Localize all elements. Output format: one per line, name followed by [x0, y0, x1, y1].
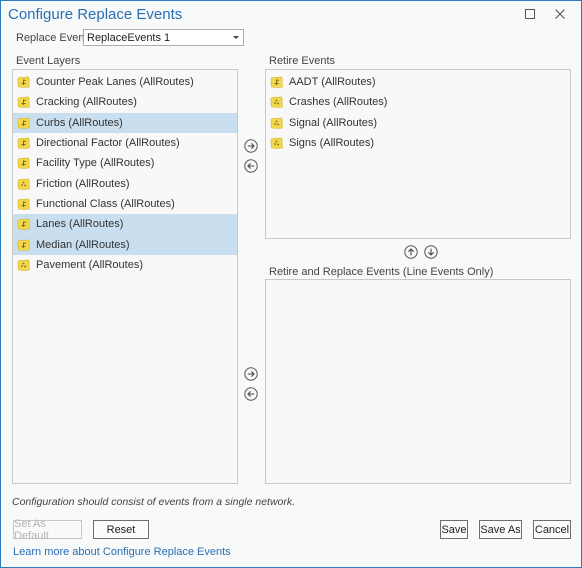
line-event-layer-icon — [17, 198, 30, 210]
replace-events-label: Replace Events — [16, 32, 94, 44]
line-event-layer-icon — [17, 157, 30, 170]
line-event-layer-icon — [17, 76, 30, 88]
replace-events-dropdown[interactable]: ReplaceEvents 1 — [83, 29, 244, 46]
list-item[interactable]: Curbs (AllRoutes) — [13, 112, 237, 133]
move-down-button[interactable] — [424, 245, 438, 259]
list-item[interactable]: AADT (AllRoutes) — [266, 72, 570, 92]
event-layers-label: Event Layers — [16, 55, 81, 67]
list-item[interactable]: Counter Peak Lanes (AllRoutes) — [13, 72, 237, 92]
list-item-label: Signs (AllRoutes) — [289, 137, 374, 150]
remove-from-retire-replace-button[interactable] — [244, 387, 258, 401]
list-item-label: Lanes (AllRoutes) — [36, 218, 124, 231]
point-event-layer-icon — [270, 117, 283, 129]
list-item-label: Counter Peak Lanes (AllRoutes) — [36, 76, 194, 89]
list-item[interactable]: Lanes (AllRoutes) — [13, 214, 237, 235]
list-item-label: Directional Factor (AllRoutes) — [36, 137, 180, 150]
arrow-left-circle-icon — [244, 387, 258, 401]
list-item[interactable]: Signal (AllRoutes) — [266, 113, 570, 133]
list-item-label: Median (AllRoutes) — [36, 238, 130, 251]
list-item[interactable]: Functional Class (AllRoutes) — [13, 194, 237, 214]
line-event-layer-icon — [17, 117, 30, 129]
close-button[interactable] — [549, 5, 571, 23]
list-item-label: Pavement (AllRoutes) — [36, 258, 143, 271]
maximize-button[interactable] — [519, 5, 541, 23]
chevron-down-icon — [233, 36, 239, 39]
point-event-layer-icon — [270, 96, 283, 109]
line-event-layer-icon — [17, 218, 30, 230]
line-event-layer-icon — [17, 137, 30, 149]
dialog-title: Configure Replace Events — [8, 6, 183, 23]
retire-replace-events-list[interactable] — [265, 279, 571, 484]
list-item-label: Signal (AllRoutes) — [289, 116, 378, 129]
configuration-note: Configuration should consist of events f… — [12, 496, 296, 508]
point-event-layer-icon — [270, 137, 283, 149]
learn-more-link[interactable]: Learn more about Configure Replace Event… — [13, 546, 231, 558]
point-event-layer-icon — [17, 178, 30, 190]
arrow-left-circle-icon — [244, 159, 258, 173]
line-event-layer-icon — [17, 96, 30, 109]
retire-events-list[interactable]: AADT (AllRoutes) Crashes (AllRoutes) Signa… — [265, 69, 571, 239]
event-layers-list[interactable]: Counter Peak Lanes (AllRoutes) Cracking (… — [12, 69, 238, 484]
set-as-default-button[interactable]: Set As Default — [13, 518, 82, 542]
list-item-label: Functional Class (AllRoutes) — [36, 197, 175, 210]
list-item[interactable]: Signs (AllRoutes) — [266, 133, 570, 153]
arrow-right-circle-icon — [244, 367, 258, 381]
list-item[interactable]: Facility Type (AllRoutes) — [13, 153, 237, 173]
point-event-layer-icon — [17, 259, 30, 271]
list-item-label: Facility Type (AllRoutes) — [36, 157, 155, 170]
arrow-right-circle-icon — [244, 139, 258, 153]
configure-replace-events-dialog: Configure Replace Events Replace Events … — [0, 0, 582, 568]
add-to-retire-button[interactable] — [244, 139, 258, 153]
line-event-layer-icon — [270, 76, 283, 88]
move-up-button[interactable] — [404, 245, 418, 259]
line-event-layer-icon — [17, 239, 30, 251]
list-item-label: Curbs (AllRoutes) — [36, 116, 123, 129]
list-item[interactable]: Crashes (AllRoutes) — [266, 92, 570, 112]
reset-button[interactable]: Reset — [93, 520, 149, 539]
list-item-label: Friction (AllRoutes) — [36, 177, 130, 190]
arrow-up-circle-icon — [404, 245, 418, 259]
cancel-button[interactable]: Cancel — [533, 520, 571, 539]
list-item[interactable]: Cracking (AllRoutes) — [13, 92, 237, 112]
list-item-label: Cracking (AllRoutes) — [36, 96, 137, 109]
replace-events-value: ReplaceEvents 1 — [87, 31, 171, 44]
save-button[interactable]: Save — [440, 520, 468, 539]
add-to-retire-replace-button[interactable] — [244, 367, 258, 381]
list-item[interactable]: Pavement (AllRoutes) — [13, 255, 237, 275]
list-item-label: AADT (AllRoutes) — [289, 76, 376, 89]
remove-from-retire-button[interactable] — [244, 159, 258, 173]
list-item-label: Crashes (AllRoutes) — [289, 96, 388, 109]
close-icon — [555, 9, 565, 19]
list-item[interactable]: Friction (AllRoutes) — [13, 173, 237, 193]
retire-events-label: Retire Events — [269, 55, 336, 67]
arrow-down-circle-icon — [424, 245, 438, 259]
maximize-icon — [525, 9, 535, 19]
list-item[interactable]: Directional Factor (AllRoutes) — [13, 133, 237, 153]
save-as-button[interactable]: Save As — [479, 520, 522, 539]
retire-replace-events-label: Retire and Replace Events (Line Events O… — [269, 266, 494, 278]
list-item[interactable]: Median (AllRoutes) — [13, 234, 237, 255]
